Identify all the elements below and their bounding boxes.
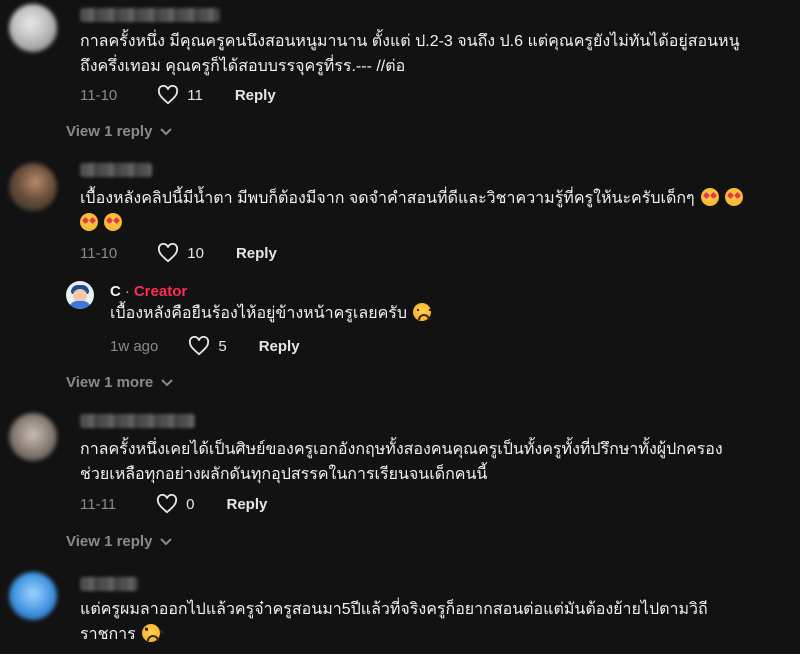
creator-badge: Creator bbox=[133, 283, 188, 300]
comment-text-line: ถึงครึ่งเทอม คุณครูก็ได้สอบบรรจุครูที่รร… bbox=[80, 58, 406, 75]
comment-text-line: ราชการ bbox=[80, 622, 708, 647]
heart-icon bbox=[157, 494, 178, 514]
commenter-username-blurred[interactable] bbox=[80, 8, 220, 22]
heart-icon bbox=[189, 336, 210, 356]
creator-avatar[interactable] bbox=[66, 281, 94, 309]
like-count: 5 bbox=[218, 337, 227, 355]
comment-text-line: กาลครั้งหนึ่ง มีคุณครูคนนึงสอนหนูมานาน ต… bbox=[80, 33, 740, 50]
reply-button[interactable]: Reply bbox=[236, 245, 277, 262]
commenter-username-blurred[interactable] bbox=[80, 577, 138, 591]
comment-meta: 11-11 0 Reply bbox=[80, 494, 267, 514]
comment-meta: 11-10 10 Reply bbox=[80, 243, 277, 263]
comment-text-segment: ราชการ bbox=[80, 626, 136, 643]
comment-text-line bbox=[80, 211, 743, 236]
reply-text-segment: เบื้องหลังคือยืนร้องไห้อยู่ข้างหน้าครูเล… bbox=[110, 305, 408, 322]
comment-text-line: ช่วยเหลือทุกอย่างผลักดันทุกอุปสรรคในการเ… bbox=[80, 466, 488, 483]
view-replies-label: View 1 reply bbox=[66, 123, 153, 140]
commenter-username-blurred[interactable] bbox=[80, 414, 195, 428]
comment-text: กาลครั้งหนึ่งเคยได้เป็นศิษย์ของครูเอกอัง… bbox=[80, 437, 723, 487]
reply-button[interactable]: Reply bbox=[259, 338, 300, 355]
comment-meta: 11-10 11 Reply bbox=[80, 85, 276, 105]
comment-text: เบื้องหลังคลิปนี้มีน้ำตา มีพบก็ต้องมีจาก… bbox=[80, 186, 743, 236]
view-replies-button[interactable]: View 1 reply bbox=[66, 533, 173, 550]
comment-date: 11-10 bbox=[80, 244, 118, 262]
reply-date: 1w ago bbox=[110, 337, 159, 355]
comment-text-segment: เบื้องหลังคลิปนี้มีน้ำตา มีพบก็ต้องมีจาก… bbox=[80, 190, 695, 207]
commenter-username-blurred[interactable] bbox=[80, 163, 152, 177]
like-count: 0 bbox=[186, 495, 195, 513]
like-button[interactable]: 10 bbox=[157, 243, 204, 263]
commenter-avatar[interactable] bbox=[9, 4, 57, 52]
tired-face-emoji-icon bbox=[141, 624, 160, 642]
commenter-avatar[interactable] bbox=[9, 572, 57, 620]
comment-date: 11-11 bbox=[80, 495, 117, 513]
creator-name[interactable]: C bbox=[110, 283, 121, 300]
frowning-face-emoji-icon bbox=[413, 303, 432, 321]
reply-text: เบื้องหลังคือยืนร้องไห้อยู่ข้างหน้าครูเล… bbox=[110, 301, 432, 326]
commenter-avatar[interactable] bbox=[9, 413, 57, 461]
like-button[interactable]: 0 bbox=[156, 494, 194, 514]
name-separator: · bbox=[124, 283, 130, 300]
heart-eyes-emoji-icon bbox=[80, 213, 98, 231]
comment-text-line: กาลครั้งหนึ่งเคยได้เป็นศิษย์ของครูเอกอัง… bbox=[80, 441, 723, 458]
comment-date: 11-10 bbox=[80, 86, 118, 104]
view-more-replies-button[interactable]: View 1 more bbox=[66, 374, 173, 391]
comment-text-line: เบื้องหลังคลิปนี้มีน้ำตา มีพบก็ต้องมีจาก… bbox=[80, 186, 743, 211]
chevron-down-icon bbox=[160, 127, 173, 135]
like-count: 10 bbox=[187, 244, 204, 262]
like-button[interactable]: 5 bbox=[188, 336, 227, 356]
comment-text: กาลครั้งหนึ่ง มีคุณครูคนนึงสอนหนูมานาน ต… bbox=[80, 29, 740, 79]
creator-name-row: C · Creator bbox=[110, 283, 187, 300]
comment-text-line: แต่ครูผมลาออกไปแล้วครูจ๋าครูสอนมา5ปีแล้ว… bbox=[80, 601, 708, 618]
heart-eyes-emoji-icon bbox=[724, 188, 743, 206]
comment-text: แต่ครูผมลาออกไปแล้วครูจ๋าครูสอนมา5ปีแล้ว… bbox=[80, 597, 708, 647]
view-replies-label: View 1 more bbox=[66, 374, 154, 391]
chevron-down-icon bbox=[161, 378, 173, 386]
like-button[interactable]: 11 bbox=[157, 85, 203, 105]
view-replies-button[interactable]: View 1 reply bbox=[66, 123, 173, 140]
reply-button[interactable]: Reply bbox=[235, 87, 276, 104]
reply-meta: 1w ago 5 Reply bbox=[110, 336, 300, 356]
heart-icon bbox=[158, 85, 179, 105]
commenter-avatar[interactable] bbox=[9, 163, 57, 211]
view-replies-label: View 1 reply bbox=[66, 533, 153, 550]
heart-eyes-emoji-icon bbox=[700, 188, 719, 206]
heart-icon bbox=[158, 243, 179, 263]
heart-eyes-emoji-icon bbox=[104, 213, 122, 231]
like-count: 11 bbox=[187, 86, 203, 104]
chevron-down-icon bbox=[160, 537, 173, 545]
reply-button[interactable]: Reply bbox=[226, 496, 267, 513]
